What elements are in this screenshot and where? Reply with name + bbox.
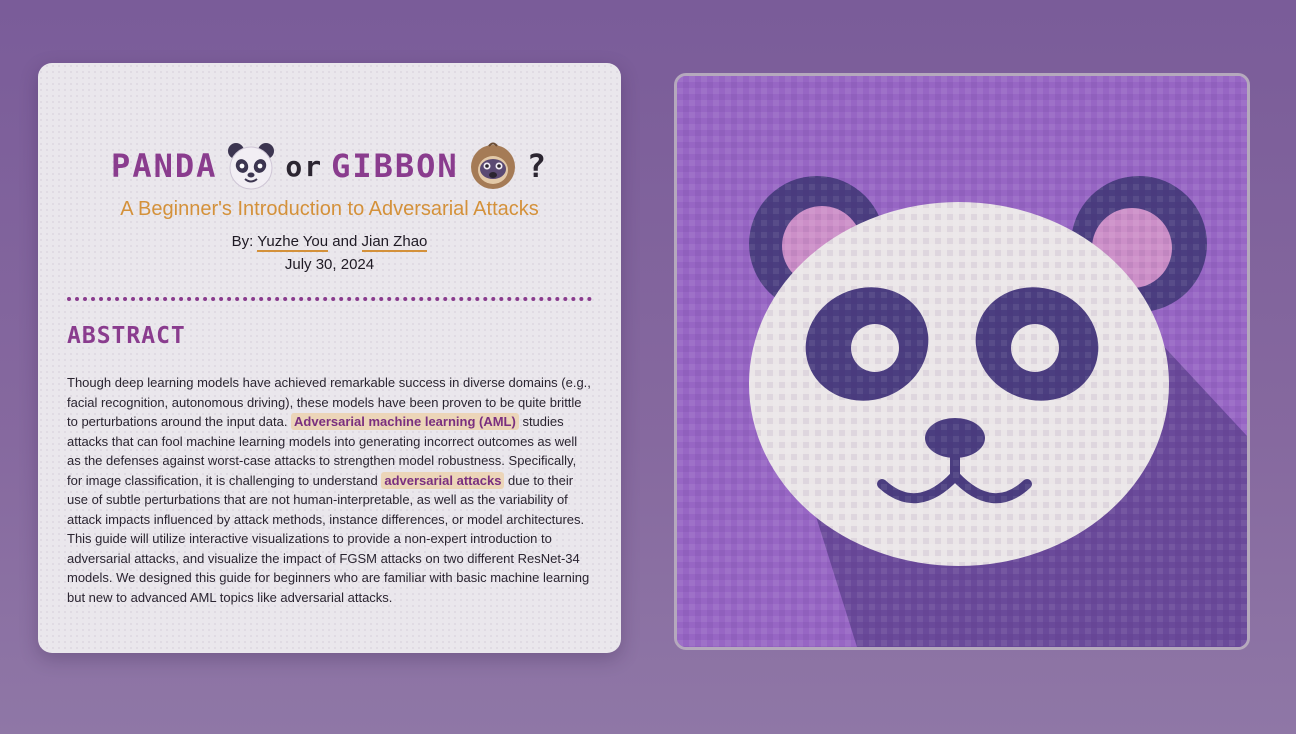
byline-prefix: By:	[231, 233, 254, 250]
author-link-yuzhe-you[interactable]: Yuzhe You	[257, 233, 329, 252]
panda-illustration	[677, 76, 1247, 647]
title-question-mark: ?	[526, 147, 548, 185]
title-gibbon: GIBBON	[331, 147, 459, 185]
highlight-aml: Adversarial machine learning (AML)	[291, 413, 519, 430]
highlight-adversarial-attacks: adversarial attacks	[381, 471, 505, 489]
abstract-heading: ABSTRACT	[67, 323, 186, 349]
panda-face-icon	[225, 140, 277, 192]
author-link-jian-zhao[interactable]: Jian Zhao	[361, 233, 428, 252]
abstract-part-3: due to their use of subtle perturbations…	[67, 472, 590, 605]
publish-date: July 30, 2024	[284, 256, 375, 273]
intro-card: PANDA or GIBBON ? A Beginner's Introduct…	[38, 63, 621, 653]
adversarial-noise-overlay	[677, 76, 1247, 647]
panda-image-frame	[674, 73, 1250, 650]
title-panda: PANDA	[111, 147, 218, 185]
subtitle: A Beginner's Introduction to Adversarial…	[120, 198, 539, 220]
title-or: or	[285, 149, 324, 183]
abstract-text: Though deep learning models have achieve…	[67, 373, 594, 607]
byline: By: Yuzhe You and Jian Zhao	[38, 233, 621, 252]
dotted-divider	[67, 297, 592, 301]
page-title: PANDA or GIBBON ?	[38, 140, 621, 192]
byline-and: and	[332, 233, 358, 250]
monkey-face-icon	[467, 140, 519, 192]
